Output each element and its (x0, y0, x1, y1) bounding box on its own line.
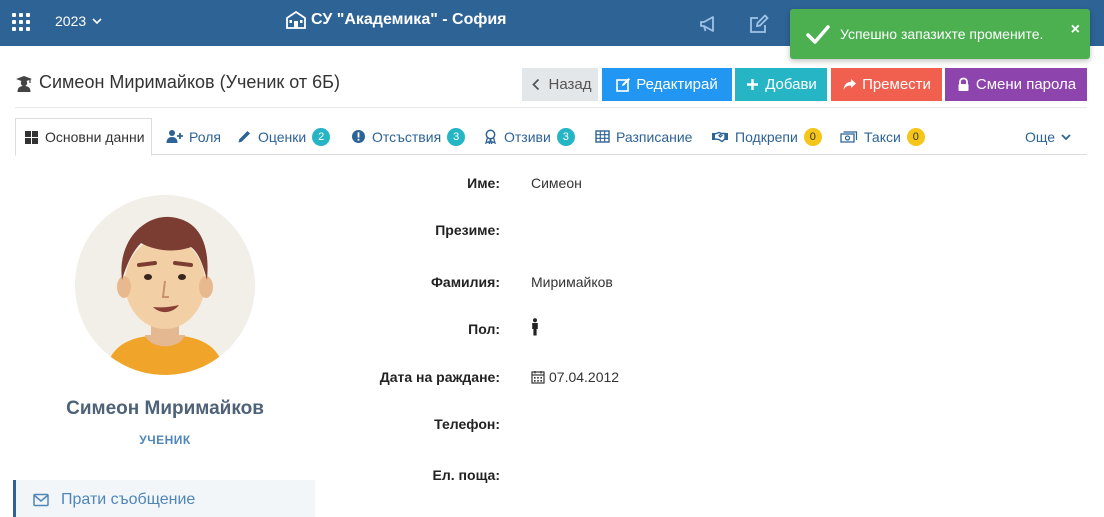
tab-label: Основни данни (45, 129, 145, 145)
tab-label: Отсъствия (372, 128, 442, 145)
change-password-button[interactable]: Смени парола (945, 68, 1087, 101)
tab-bar: Основни данни Роля Оценки 2 Отсъствия 3 … (15, 118, 1087, 156)
tab-label: Роля (189, 128, 221, 145)
student-avatar-icon (75, 195, 255, 375)
success-toast: Успешно запазихте промените. × (790, 9, 1090, 59)
share-arrow-icon (843, 79, 857, 90)
add-button[interactable]: Добави (735, 68, 827, 101)
back-button-label: Назад (548, 76, 592, 93)
calendar-icon (531, 371, 545, 384)
move-button[interactable]: Премести (831, 68, 942, 101)
last-name-label: Фамилия: (430, 274, 500, 290)
graduate-icon (16, 75, 32, 92)
tab-badge: 2 (312, 127, 331, 146)
school-title: СУ "Академика" - София (286, 11, 507, 29)
edit-icon[interactable] (749, 14, 769, 34)
email-label: Ел. поща: (432, 467, 500, 483)
tab-label: Отзиви (504, 128, 551, 145)
toast-message: Успешно запазихте промените. (840, 26, 1044, 42)
tab-label: Подкрепи (735, 128, 798, 145)
birth-date-text: 07.04.2012 (549, 369, 620, 385)
page-title-text: Симеон Миримайков (Ученик от 6Б) (39, 72, 340, 92)
tab-label: Оценки (258, 128, 307, 145)
tab-supports[interactable]: Подкрепи 0 (711, 118, 822, 155)
first-name-text: Симеон (531, 175, 582, 191)
profile-name: Симеон Миримайков (66, 398, 264, 419)
last-name-value: Миримайков (531, 274, 613, 290)
envelope-icon (33, 493, 49, 507)
tab-grades[interactable]: Оценки 2 (237, 118, 331, 155)
move-button-label: Премести (862, 76, 931, 93)
tab-badge: 3 (447, 127, 466, 146)
edit-icon (616, 78, 631, 92)
tab-fees[interactable]: Такси 0 (840, 118, 925, 155)
year-value: 2023 (55, 13, 87, 29)
edit-button-label: Редактирай (636, 76, 718, 93)
birth-date-value: 07.04.2012 (531, 369, 619, 385)
award-icon (485, 129, 496, 144)
money-icon (840, 131, 858, 143)
tab-schedule[interactable]: Разписание (595, 118, 692, 155)
year-selector[interactable]: 2023 (55, 13, 102, 29)
send-message-label: Прати съобщение (61, 491, 196, 508)
toast-close-button[interactable]: × (1071, 21, 1080, 39)
tab-more[interactable]: Още (1025, 118, 1071, 155)
user-plus-icon (166, 130, 183, 143)
tab-label: Още (1025, 128, 1056, 145)
tab-role[interactable]: Роля (166, 118, 221, 155)
lock-icon (958, 77, 969, 91)
tab-badge: 0 (803, 127, 822, 146)
back-button[interactable]: Назад (522, 68, 598, 101)
grid-icon (25, 130, 38, 144)
school-name: СУ "Академика" - София (311, 11, 507, 28)
first-name-value: Симеон (531, 175, 582, 191)
change-password-button-label: Смени парола (975, 76, 1077, 93)
chevron-down-icon (92, 18, 102, 25)
tab-label: Разписание (616, 128, 693, 145)
gender-label: Пол: (468, 321, 500, 337)
male-icon (532, 318, 538, 336)
tab-reviews[interactable]: Отзиви 3 (483, 118, 575, 155)
handshake-icon (712, 131, 728, 143)
megaphone-icon[interactable] (699, 14, 719, 34)
tab-badge: 3 (556, 127, 575, 146)
add-button-label: Добави (765, 76, 817, 93)
tab-absences[interactable]: Отсъствия 3 (351, 118, 466, 155)
plus-icon (747, 79, 759, 90)
middle-name-label: Презиме: (435, 222, 500, 238)
chevron-down-icon (1061, 133, 1071, 140)
gender-value (531, 318, 539, 336)
chevron-left-icon (531, 78, 539, 91)
edit-button[interactable]: Редактирай (602, 68, 732, 101)
page-title: Симеон Миримайков (Ученик от 6Б) (15, 72, 340, 93)
first-name-label: Име: (467, 175, 500, 191)
pencil-icon (238, 131, 250, 143)
birth-date-label: Дата на раждане: (379, 369, 500, 385)
exclamation-circle-icon (352, 130, 365, 143)
apps-grid-icon[interactable] (12, 13, 30, 31)
header-divider (15, 107, 1087, 108)
avatar (75, 195, 255, 375)
send-message-button[interactable]: Прати съобщение (13, 480, 315, 517)
table-icon (595, 130, 610, 143)
tab-label: Такси (864, 128, 901, 145)
phone-label: Телефон: (434, 416, 500, 432)
check-icon (806, 25, 830, 44)
last-name-text: Миримайков (531, 274, 613, 290)
tab-basic-data[interactable]: Основни данни (15, 118, 152, 156)
tab-badge: 0 (906, 127, 925, 146)
profile-role: УЧЕНИК (139, 433, 191, 447)
school-icon (286, 11, 306, 29)
